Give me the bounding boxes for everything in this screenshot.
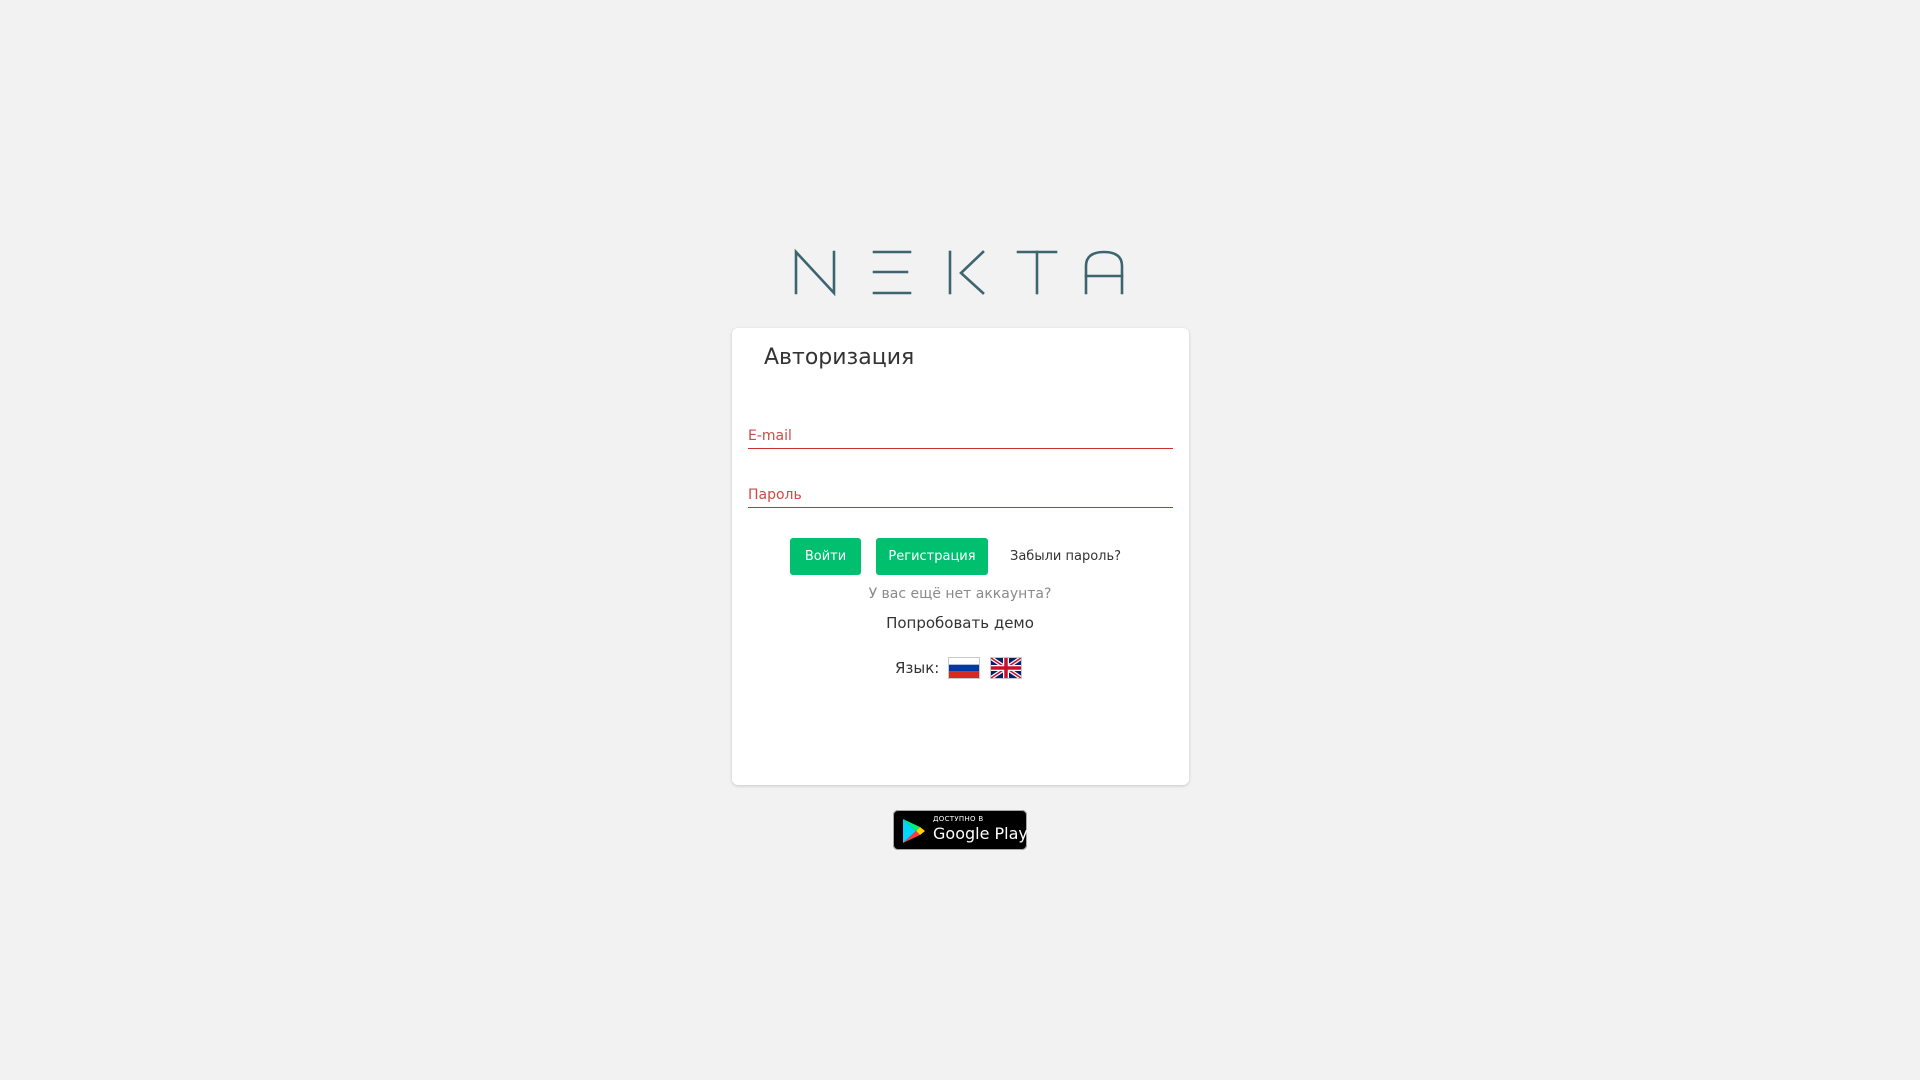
nekta-logo [790, 248, 1130, 296]
google-play-small-text: ДОСТУПНО В [933, 815, 984, 823]
password-field[interactable]: Пароль [748, 477, 1173, 508]
russia-flag-icon[interactable] [949, 658, 980, 678]
email-field[interactable]: E-mail [748, 418, 1173, 449]
register-button[interactable]: Регистрация [876, 538, 988, 575]
language-selector: Язык: [895, 656, 1033, 680]
uk-flag-icon[interactable] [991, 658, 1022, 678]
nekta-logo-icon [794, 248, 1124, 296]
language-label: Язык: [895, 659, 940, 677]
login-button[interactable]: Войти [790, 538, 861, 575]
forgot-password-link[interactable]: Забыли пароль? [1010, 538, 1121, 575]
password-placeholder: Пароль [748, 487, 802, 503]
email-placeholder: E-mail [748, 428, 792, 444]
google-play-big-text: Google Play [933, 824, 1028, 843]
login-card-title: Авторизация [764, 345, 915, 370]
google-play-icon [903, 819, 925, 843]
try-demo-link[interactable]: Попробовать демо [886, 614, 1034, 632]
google-play-badge[interactable]: ДОСТУПНО В Google Play [893, 810, 1028, 850]
no-account-text: У вас ещё нет аккаунта? [868, 586, 1052, 602]
try-demo-container: Попробовать демо [0, 614, 1920, 632]
